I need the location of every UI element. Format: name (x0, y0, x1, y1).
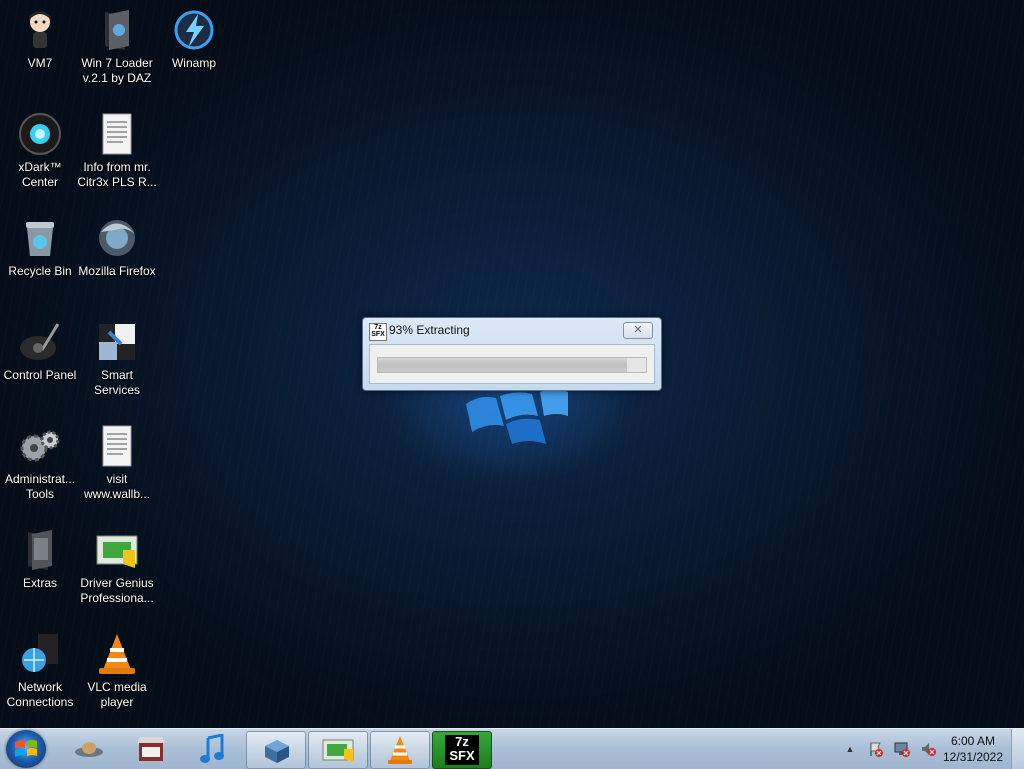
7z-sfx-icon: 7z SFX (445, 735, 479, 765)
desktop-icon-winamp[interactable]: Winamp (154, 8, 234, 71)
desktop-icon-control-panel[interactable]: Control Panel (0, 320, 80, 383)
vlc-cone-icon (388, 736, 412, 764)
vlc-cone-icon (99, 634, 135, 674)
volume-muted-icon[interactable] (920, 741, 936, 757)
desktop-icon-extras[interactable]: Extras (0, 528, 80, 591)
icon-label: visit www.wallb... (83, 472, 151, 501)
desktop-icon-driver-genius[interactable]: Driver Genius Professiona... (77, 528, 157, 606)
admin-tools-gears-icon (20, 430, 60, 462)
show-hidden-icons-button[interactable]: ▲ (842, 741, 858, 757)
icon-label: Driver Genius Professiona... (80, 576, 154, 605)
icon-label: Administrat... Tools (4, 472, 76, 501)
icon-label: Recycle Bin (8, 264, 72, 278)
clock-date: 12/31/2022 (942, 750, 1004, 764)
clock-time: 6:00 AM (950, 734, 996, 748)
desktop-icon-info-text[interactable]: Info from mr. Citr3x PLS R... (77, 112, 157, 190)
taskbar-installer-button[interactable] (246, 731, 306, 769)
show-desktop-button[interactable] (1011, 729, 1024, 769)
dialog-title: 93% Extracting (389, 323, 470, 337)
xdark-orb-icon (19, 113, 61, 155)
icon-label: Winamp (171, 56, 216, 70)
network-icon[interactable] (894, 741, 910, 757)
app-icon-text-top: 7z (374, 324, 382, 331)
icon-label: Control Panel (3, 368, 77, 382)
app-icon-text-bottom: SFX (371, 331, 385, 338)
progress-fill (378, 358, 628, 372)
folder-icon (105, 10, 129, 50)
taskbar-vlc-button[interactable] (370, 731, 430, 769)
taskbar-store-button[interactable] (122, 731, 180, 767)
icon-label: Extras (22, 576, 57, 590)
desktop-icon-vm7[interactable]: VM7 (0, 8, 80, 71)
extraction-progress-bar (377, 357, 647, 373)
store-icon (137, 737, 165, 761)
installer-box-icon (265, 740, 289, 763)
dialog-body (369, 344, 655, 384)
start-button[interactable] (6, 730, 46, 768)
desktop-icon-vlc-media-player[interactable]: VLC media player (77, 632, 157, 710)
windows-start-orb-icon (15, 740, 37, 757)
network-globe-icon (22, 634, 58, 672)
music-note-icon (200, 734, 224, 763)
text-document-icon (102, 113, 132, 155)
sfx-text: SFX (449, 748, 475, 763)
smart-services-icon (99, 324, 135, 360)
icon-label: Info from mr. Citr3x PLS R... (77, 160, 157, 189)
icon-label: Smart Services (93, 368, 140, 397)
7z-sfx-icon: 7z SFX (369, 323, 387, 341)
firefox-icon (99, 220, 135, 256)
driver-genius-icon (322, 739, 354, 762)
text-document-icon (102, 425, 132, 467)
action-center-flag-icon[interactable] (868, 741, 884, 757)
driver-genius-icon (96, 535, 138, 568)
desktop-icon-administrative-tools[interactable]: Administrat... Tools (0, 424, 80, 502)
taskbar-music-button[interactable] (184, 731, 242, 767)
control-panel-icon (20, 323, 60, 360)
desktop-icon-xdark-center[interactable]: xDark™ Center (0, 112, 80, 190)
desktop-icon-visit-text[interactable]: visit www.wallb... (77, 424, 157, 502)
taskbar-driver-genius-button[interactable] (308, 731, 368, 769)
desktop-icon-smart-services[interactable]: Smart Services (77, 320, 157, 398)
close-button[interactable]: ✕ (623, 322, 653, 339)
icon-label: xDark™ Center (18, 160, 62, 189)
icon-label: Mozilla Firefox (78, 264, 156, 278)
close-icon: ✕ (633, 324, 643, 336)
7z-text: 7z (455, 734, 469, 749)
extraction-dialog: 7z SFX 93% Extracting ✕ (362, 317, 662, 391)
system-tray: ▲ 6:00 AM 12/31/2022 (834, 729, 1024, 769)
clock[interactable]: 6:00 AM 12/31/2022 (938, 733, 1008, 765)
icon-label: VLC media player (87, 680, 147, 709)
desktop-icon-recycle-bin[interactable]: Recycle Bin (0, 216, 80, 279)
windows-logo-wallpaper (466, 389, 568, 444)
recycle-bin-icon (26, 222, 54, 256)
chevron-up-icon: ▲ (845, 744, 855, 754)
winamp-lightning-icon (174, 10, 214, 50)
dialog-title-bar[interactable]: 7z SFX 93% Extracting ✕ (367, 320, 657, 342)
icon-label: Win 7 Loader v.2.1 by DAZ (81, 56, 153, 85)
desktop: VM7 xDark™ Center Recycle Bin Control Pa… (0, 0, 1024, 728)
icon-label: Network Connections (6, 680, 74, 709)
taskbar: 7z SFX ▲ 6:00 AM 12/31/2022 (0, 728, 1024, 769)
folder-icon (28, 530, 52, 570)
anime-character-icon (29, 11, 51, 48)
desktop-icon-mozilla-firefox[interactable]: Mozilla Firefox (77, 216, 157, 279)
ufo-icon (75, 742, 103, 757)
taskbar-ufo-button[interactable] (60, 731, 118, 767)
desktop-icon-network-connections[interactable]: Network Connections (0, 632, 80, 710)
icon-label: VM7 (27, 56, 53, 70)
desktop-icon-win7-loader[interactable]: Win 7 Loader v.2.1 by DAZ (77, 8, 157, 86)
taskbar-7z-sfx-button[interactable]: 7z SFX (432, 731, 492, 769)
